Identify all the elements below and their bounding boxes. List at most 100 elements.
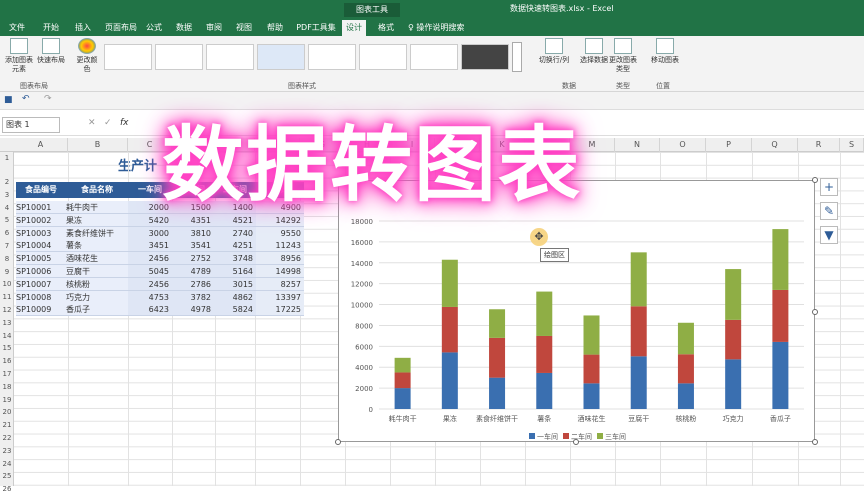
add-chart-element-button[interactable]: 添加图表元素 — [4, 38, 34, 74]
name-box[interactable]: 图表 1 — [2, 117, 60, 133]
chart-filter-icon[interactable]: ▼ — [820, 226, 838, 244]
tab-2[interactable]: 插入 — [70, 20, 96, 36]
table-cell[interactable]: 薯条 — [66, 239, 128, 253]
styles-scroll[interactable] — [512, 42, 522, 72]
table-cell[interactable]: 豆腐干 — [66, 265, 128, 278]
tell-me-search[interactable]: ♀ 操作说明搜索 — [408, 20, 464, 36]
table-cell[interactable]: 8956 — [256, 252, 304, 266]
row-header[interactable]: 25 — [0, 472, 14, 480]
tab-6[interactable]: 审阅 — [202, 20, 226, 36]
column-header[interactable]: Q — [752, 138, 798, 152]
table-cell[interactable]: 3000 — [128, 226, 172, 240]
undo-icon[interactable]: ↶ — [22, 94, 30, 104]
tab-11[interactable]: 格式 — [374, 20, 398, 36]
tab-4[interactable]: 公式 — [142, 20, 166, 36]
table-cell[interactable]: 3541 — [172, 239, 214, 253]
tab-8[interactable]: 帮助 — [262, 20, 288, 36]
table-cell[interactable]: 2456 — [128, 252, 172, 266]
table-header-cell[interactable]: 食品编号 — [16, 182, 66, 198]
table-cell[interactable]: 17225 — [256, 303, 304, 317]
chart-style-7[interactable] — [410, 44, 458, 70]
tab-3[interactable]: 页面布局 — [104, 20, 138, 36]
tab-1[interactable]: 开始 — [38, 20, 64, 36]
table-cell[interactable]: 巧克力 — [66, 290, 128, 304]
redo-icon[interactable]: ↷ — [44, 94, 52, 104]
row-header[interactable]: 19 — [0, 396, 14, 404]
stacked-column-chart[interactable]: 0 2000 4000 6000 8000 10000 12000 14000 16000 180… — [339, 181, 816, 443]
chart-style-2[interactable] — [155, 44, 203, 70]
table-cell[interactable]: 3451 — [128, 239, 172, 253]
row-header[interactable]: 2 — [0, 178, 14, 186]
table-cell[interactable]: 2740 — [214, 226, 256, 240]
column-header[interactable]: R — [798, 138, 840, 152]
row-header[interactable]: 16 — [0, 357, 14, 365]
row-header[interactable]: 20 — [0, 408, 14, 416]
chart-style-8[interactable] — [461, 44, 509, 70]
table-cell[interactable]: 3748 — [214, 252, 256, 266]
row-header[interactable]: 9 — [0, 268, 14, 276]
change-chart-type-button[interactable]: 更改图表类型 — [608, 38, 638, 74]
table-cell[interactable]: 11243 — [256, 239, 304, 253]
table-cell[interactable]: 2456 — [128, 277, 172, 291]
save-icon[interactable]: ■ — [4, 95, 13, 105]
table-cell[interactable]: SP10001 — [16, 201, 66, 214]
tab-5[interactable]: 数据 — [172, 20, 196, 36]
chart-style-4[interactable] — [257, 44, 305, 70]
chart-styles-brush-icon[interactable]: ✎ — [820, 202, 838, 220]
table-cell[interactable]: 核桃粉 — [66, 277, 128, 291]
tab-10[interactable]: 设计 — [342, 20, 366, 36]
quick-layout-button[interactable]: 快速布局 — [36, 38, 66, 65]
enter-icon[interactable]: ✓ — [104, 118, 112, 128]
table-cell[interactable]: 14998 — [256, 265, 304, 278]
table-cell[interactable]: SP10007 — [16, 277, 66, 291]
row-header[interactable]: 11 — [0, 293, 14, 301]
column-header[interactable]: A — [14, 138, 68, 152]
table-cell[interactable]: 2786 — [172, 277, 214, 291]
row-header[interactable]: 17 — [0, 370, 14, 378]
table-cell[interactable]: 8257 — [256, 277, 304, 291]
chart-style-1[interactable] — [104, 44, 152, 70]
table-header-cell[interactable]: 食品名称 — [66, 182, 128, 198]
table-cell[interactable]: SP10003 — [16, 226, 66, 240]
fx-icon[interactable]: fx — [120, 118, 129, 128]
resize-handle-r[interactable] — [812, 309, 818, 315]
column-header[interactable]: O — [660, 138, 706, 152]
table-cell[interactable]: 4978 — [172, 303, 214, 317]
table-cell[interactable]: 4789 — [172, 265, 214, 278]
table-cell[interactable]: 2752 — [172, 252, 214, 266]
table-cell[interactable]: SP10005 — [16, 252, 66, 266]
row-header[interactable]: 14 — [0, 332, 14, 340]
table-cell[interactable]: 6423 — [128, 303, 172, 317]
row-header[interactable]: 6 — [0, 229, 14, 237]
table-cell[interactable]: 酒味花生 — [66, 252, 128, 266]
table-cell[interactable]: 耗牛肉干 — [66, 201, 128, 214]
table-cell[interactable]: 3810 — [172, 226, 214, 240]
row-header[interactable]: 22 — [0, 434, 14, 442]
row-header[interactable]: 8 — [0, 255, 14, 263]
row-header[interactable]: 18 — [0, 383, 14, 391]
row-header[interactable]: 1 — [0, 154, 14, 162]
row-header[interactable]: 13 — [0, 319, 14, 327]
table-cell[interactable]: 5164 — [214, 265, 256, 278]
table-cell[interactable]: 果冻 — [66, 213, 128, 227]
table-cell[interactable]: 3015 — [214, 277, 256, 291]
table-cell[interactable]: 4862 — [214, 290, 256, 304]
tab-0[interactable]: 文件 — [4, 20, 30, 36]
row-header[interactable]: 3 — [0, 191, 14, 199]
table-cell[interactable]: 5824 — [214, 303, 256, 317]
resize-handle-br[interactable] — [812, 439, 818, 445]
column-header[interactable]: P — [706, 138, 752, 152]
table-cell[interactable]: 9550 — [256, 226, 304, 240]
row-header[interactable]: 4 — [0, 204, 14, 212]
table-cell[interactable]: SP10009 — [16, 303, 66, 317]
row-header[interactable]: 15 — [0, 344, 14, 352]
tab-9[interactable]: PDF工具集 — [296, 20, 336, 36]
chart-style-3[interactable] — [206, 44, 254, 70]
tab-7[interactable]: 视图 — [232, 20, 256, 36]
row-header[interactable]: 7 — [0, 242, 14, 250]
change-colors-button[interactable]: 更改颜色 — [74, 38, 100, 74]
move-chart-button[interactable]: 移动图表 — [648, 38, 682, 65]
chart-style-6[interactable] — [359, 44, 407, 70]
row-header[interactable]: 21 — [0, 421, 14, 429]
column-header[interactable]: S — [840, 138, 864, 152]
